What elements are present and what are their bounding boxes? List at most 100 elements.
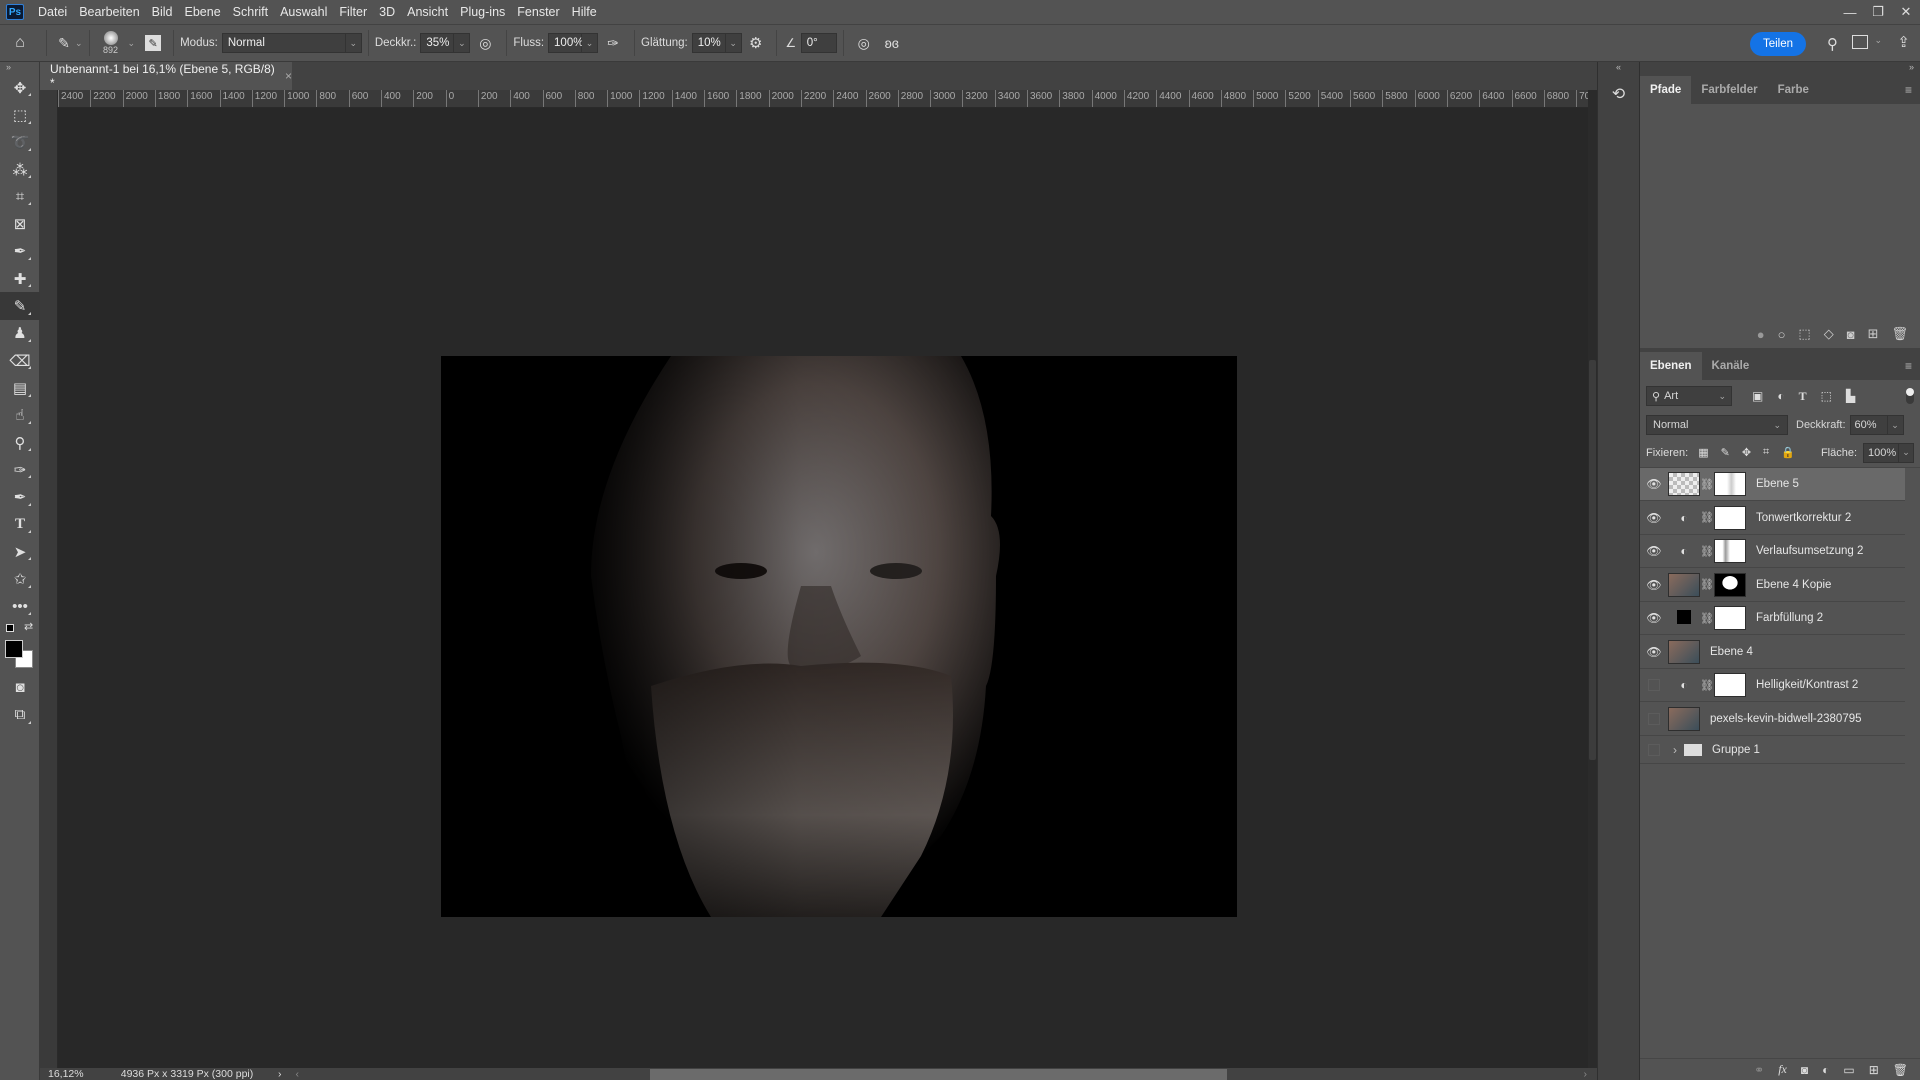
layer-row[interactable]: 👁 ⛓ Ebene 5	[1640, 468, 1905, 501]
dodge-tool[interactable]: ⚲	[0, 429, 40, 456]
quick-mask-icon[interactable]: ◙	[0, 674, 40, 701]
layer-row[interactable]: 👁 ◐ ⛓ Verlaufsumsetzung 2	[1640, 535, 1905, 568]
new-group-icon[interactable]: ▭	[1843, 1063, 1854, 1077]
opacity-input[interactable]: 60%	[1849, 415, 1888, 435]
lock-pixels-icon[interactable]: ✎	[1721, 446, 1730, 459]
menu-bild[interactable]: Bild	[146, 0, 179, 24]
mask-link-icon[interactable]: ⛓	[1700, 578, 1714, 591]
share-export-icon[interactable]: ⇪	[1897, 33, 1910, 51]
layer-row[interactable]: 👁 ◐ ⛓ Tonwertkorrektur 2	[1640, 502, 1905, 535]
angle-input[interactable]: 0°	[800, 33, 837, 53]
share-button[interactable]: Teilen	[1750, 32, 1806, 56]
menu-ansicht[interactable]: Ansicht	[401, 0, 454, 24]
menu-bearbeiten[interactable]: Bearbeiten	[73, 0, 145, 24]
screen-mode-icon[interactable]: ⧉	[0, 701, 40, 728]
filter-smart-object-icon[interactable]: ▙	[1846, 389, 1855, 404]
search-icon[interactable]: ⚲	[1827, 35, 1838, 53]
eye-icon[interactable]: 👁	[1640, 544, 1668, 558]
history-icon[interactable]: ⟲	[1598, 84, 1639, 104]
mask-link-icon[interactable]: ⛓	[1700, 679, 1714, 692]
layers-tab-kan-le[interactable]: Kanäle	[1702, 352, 1760, 380]
move-tool[interactable]: ✥	[0, 74, 40, 101]
deckkr-input[interactable]: 35%	[420, 33, 455, 53]
document-tab[interactable]: Unbenannt-1 bei 16,1% (Ebene 5, RGB/8) *…	[40, 62, 292, 90]
glaettung-input[interactable]: 10%	[691, 33, 726, 53]
layer-row[interactable]: 👁 ⛓ Ebene 4 Kopie	[1640, 569, 1905, 602]
chevron-down-icon[interactable]: ⌄	[725, 33, 742, 53]
smudge-tool[interactable]: ☝	[0, 402, 40, 429]
gear-icon[interactable]: ⚙	[742, 34, 770, 52]
layer-mask-thumbnail[interactable]	[1714, 606, 1746, 630]
layer-style-fx-icon[interactable]: fx	[1778, 1062, 1787, 1077]
collapse-panels-icon[interactable]: «	[1598, 62, 1639, 74]
status-expand-icon[interactable]: ›	[278, 1068, 282, 1080]
minimize-button[interactable]: —	[1836, 0, 1864, 24]
filter-type-icon[interactable]: T	[1799, 389, 1807, 404]
layer-row[interactable]: 👁 Ebene 4	[1640, 636, 1905, 669]
layer-row[interactable]: pexels-kevin-bidwell-2380795	[1640, 703, 1905, 736]
more-tools-icon[interactable]: •••	[0, 593, 40, 620]
add-layer-mask-icon[interactable]: ◙	[1801, 1063, 1808, 1077]
pressure-opacity-icon[interactable]: ◎	[470, 35, 500, 52]
close-window-button[interactable]: ✕	[1892, 0, 1920, 24]
layer-mask-thumbnail[interactable]	[1714, 505, 1746, 530]
lock-position-icon[interactable]: ✥	[1742, 446, 1751, 459]
lock-transparency-icon[interactable]: ▦	[1698, 446, 1708, 459]
scroll-right-icon[interactable]: ›	[1584, 1068, 1588, 1080]
marquee-tool[interactable]: ⬚	[0, 101, 40, 128]
expand-group-icon[interactable]: ›	[1668, 743, 1682, 757]
airbrush-icon[interactable]: ✑	[598, 35, 628, 52]
gradient-tool[interactable]: ▤	[0, 374, 40, 401]
workspace-icon[interactable]	[1852, 35, 1868, 49]
crop-tool[interactable]: ⌗	[0, 183, 40, 210]
chevron-down-icon[interactable]: ⌄	[128, 38, 136, 49]
menu-datei[interactable]: Datei	[32, 0, 73, 24]
filter-toggle[interactable]	[1906, 388, 1914, 404]
brush-settings-icon[interactable]: ✎	[145, 35, 162, 51]
filter-pixel-icon[interactable]: ▣	[1752, 389, 1763, 404]
default-colors-icon[interactable]	[6, 623, 14, 632]
close-tab-icon[interactable]: ×	[285, 69, 292, 83]
delete-path-icon[interactable]: 🗑	[1891, 326, 1908, 342]
brush-preset-icon[interactable]: ✎	[53, 35, 75, 52]
filter-adjustment-icon[interactable]: ◐	[1777, 389, 1784, 404]
mask-link-icon[interactable]: ⛓	[1700, 612, 1714, 625]
eye-icon[interactable]: 👁	[1640, 611, 1668, 625]
menu-hilfe[interactable]: Hilfe	[566, 0, 603, 24]
panel-menu-icon[interactable]: ≡	[1897, 352, 1920, 380]
paths-tab-farbfelder[interactable]: Farbfelder	[1691, 76, 1767, 104]
layers-tab-ebenen[interactable]: Ebenen	[1640, 352, 1702, 380]
visibility-toggle[interactable]	[1640, 712, 1668, 725]
new-adjustment-layer-icon[interactable]: ◐	[1822, 1063, 1829, 1077]
layer-row[interactable]: ◐ ⛓ Helligkeit/Kontrast 2	[1640, 669, 1905, 702]
chevron-down-icon[interactable]: ⌄	[1898, 442, 1914, 463]
expand-icon[interactable]: »	[0, 62, 39, 74]
layer-mask-thumbnail[interactable]	[1714, 539, 1746, 563]
add-mask-icon[interactable]: ◙	[1847, 327, 1855, 342]
menu-ebene[interactable]: Ebene	[179, 0, 227, 24]
new-layer-icon[interactable]: ⊞	[1869, 1063, 1879, 1077]
chevron-down-icon[interactable]: ⌄	[345, 33, 362, 53]
collapse-right-icon[interactable]: »	[1640, 62, 1920, 76]
layer-mask-thumbnail[interactable]	[1714, 673, 1746, 697]
scrollbar-thumb[interactable]	[1589, 360, 1596, 760]
brush-size-picker[interactable]: 892	[96, 31, 126, 55]
magic-wand-tool[interactable]: ⁂	[0, 156, 40, 183]
paths-tab-pfade[interactable]: Pfade	[1640, 76, 1692, 104]
brush-tool[interactable]: ✎	[0, 292, 40, 320]
scroll-left-icon[interactable]: ‹	[296, 1068, 300, 1080]
zoom-level[interactable]: 16,12%	[40, 1068, 112, 1080]
mask-link-icon[interactable]: ⛓	[1700, 478, 1714, 491]
load-selection-icon[interactable]: ⬚	[1798, 326, 1810, 342]
chevron-down-icon[interactable]: ⌄	[1887, 415, 1904, 435]
filter-shape-icon[interactable]: ⬚	[1821, 389, 1832, 404]
restore-button[interactable]: ❐	[1864, 0, 1892, 24]
layer-row[interactable]: 👁 ⛓ Farbfüllung 2	[1640, 602, 1905, 635]
link-layers-icon[interactable]: ⚭	[1754, 1063, 1764, 1077]
chevron-down-icon[interactable]: ⌄	[454, 33, 471, 53]
eraser-tool[interactable]: ⌫	[0, 347, 40, 374]
foreground-color-swatch[interactable]	[5, 639, 23, 658]
swap-colors-icon[interactable]: ⇄	[24, 620, 33, 633]
layer-mask-thumbnail[interactable]	[1714, 472, 1746, 496]
layer-mask-thumbnail[interactable]	[1714, 572, 1746, 597]
